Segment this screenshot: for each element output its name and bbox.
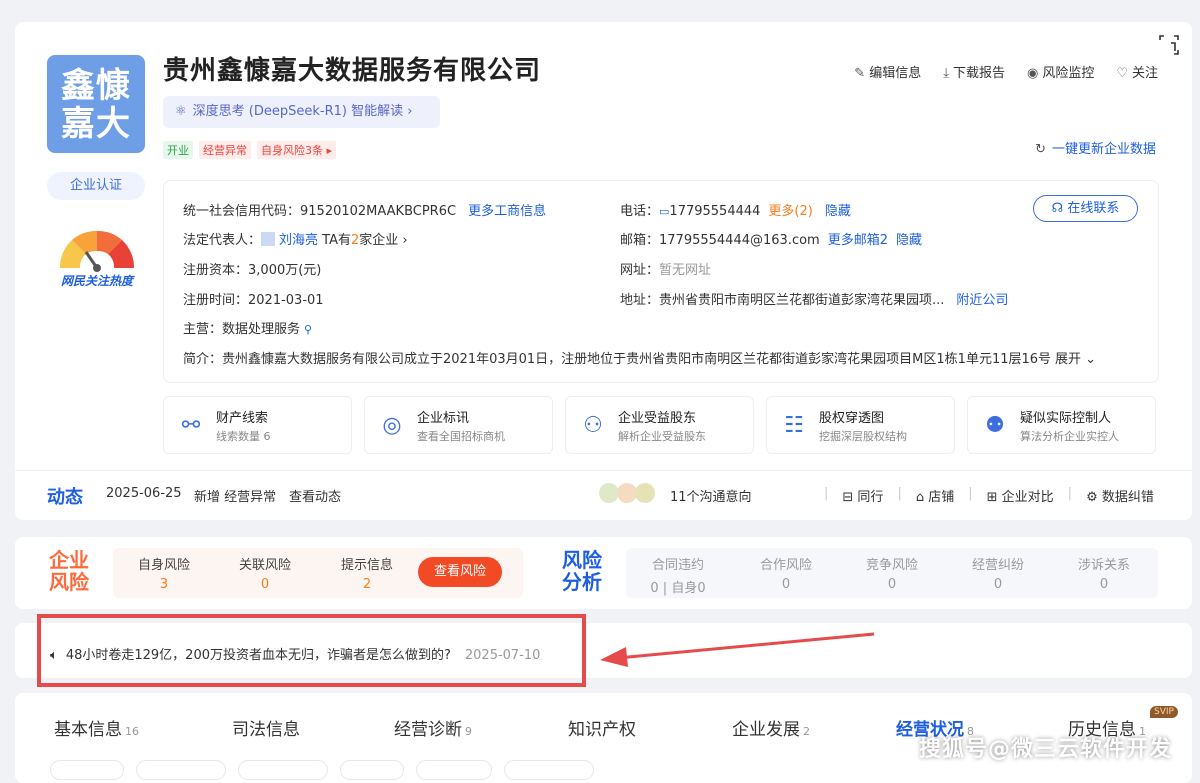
hide-phone-link[interactable]: 隐藏 [825, 204, 851, 219]
heart-icon: ♡ [1116, 66, 1128, 81]
enterprise-auth-button[interactable]: 企业认证 [47, 172, 145, 200]
org-chart-icon: ☷ [784, 413, 804, 438]
eye-icon: ◉ [1026, 66, 1039, 81]
analysis-litigation[interactable]: 涉诉关系 0 [1066, 554, 1142, 592]
property-clue-icon: ⚯ [181, 413, 201, 438]
legal-rep-row: 法定代表人： 刘海亮 TA有2家企业 › [183, 232, 408, 248]
risk-analysis-label: 风险 分析 [562, 548, 602, 594]
analysis-dispute[interactable]: 经营纠纷 0 [960, 554, 1036, 592]
refresh-data-button[interactable]: ↻ 一键更新企业数据 [1035, 138, 1156, 157]
tool-beneficiary[interactable]: ⚇ 企业受益股东 解析企业受益股东 [565, 396, 754, 454]
analysis-competition[interactable]: 竞争风险 0 [854, 554, 930, 592]
more-email-link[interactable]: 更多邮箱2 [828, 233, 888, 248]
more-phone-link[interactable]: 更多(2) [768, 204, 812, 219]
related-risk-item[interactable]: 关联风险 0 [232, 554, 298, 592]
status-tags: 开业 经营异常 自身风险3条 ▸ [163, 141, 337, 159]
credit-code-row: 统一社会信用代码：91520102MAAKBCPR6C 更多工商信息 [183, 204, 547, 219]
phone-icon: ▭ [659, 205, 670, 218]
heat-gauge-icon [52, 222, 142, 272]
download-icon: ⤓ [943, 66, 949, 81]
peer-link[interactable]: ⊟ 同行 [842, 486, 883, 505]
analysis-contract[interactable]: 合同违约 0 | 自身0 [640, 554, 716, 596]
intro-text: 贵州鑫慷嘉大数据服务有限公司成立于2021年03月01日，注册地位于贵州省贵阳市… [222, 352, 1052, 367]
website-row: 网址：暂无网址 [620, 263, 712, 278]
shop-icon: ⌂ [915, 490, 929, 505]
follow-button[interactable]: ♡ 关注 [1116, 62, 1158, 81]
correction-icon: ⚙ [1086, 490, 1102, 505]
phone-row: 电话：▭17795554444 更多(2) 隐藏 [620, 204, 851, 219]
tool-controller[interactable]: ⚉ 疑似实际控制人 算法分析企业实控人 [967, 396, 1156, 454]
self-risk-item[interactable]: 自身风险 3 [131, 554, 197, 592]
heat-label: 网民关注热度 [60, 274, 133, 288]
shop-link[interactable]: ⌂ 店铺 [916, 486, 954, 505]
tool-property-clues[interactable]: ⚯ 财产线索 线索数量 6 [163, 396, 352, 454]
status-badge-risk[interactable]: 自身风险3条 ▸ [257, 141, 337, 159]
edit-info-button[interactable]: ✎ 编辑信息 [854, 62, 921, 81]
enterprise-risk-label: 企业 风险 [49, 548, 89, 594]
view-risk-button[interactable]: 查看风险 [418, 557, 502, 587]
hint-info-item[interactable]: 提示信息 2 [334, 554, 400, 592]
dynamic-text: 新增 经营异常 [194, 490, 277, 505]
target-icon: ◎ [382, 413, 402, 438]
ai-analysis-button[interactable]: ⚛ 深度思考 (DeepSeek-R1) 智能解读 › [163, 96, 440, 128]
tab-judicial[interactable]: 司法信息 [232, 715, 392, 740]
status-badge-abnormal[interactable]: 经营异常 [199, 141, 251, 159]
compare-link[interactable]: ⊞ 企业对比 [987, 486, 1054, 505]
compare-icon: ⊞ [986, 490, 1002, 505]
refresh-icon: ↻ [1035, 142, 1046, 157]
feature-tools: ⚯ 财产线索 线索数量 6 ◎ 企业标讯 查看全国招标商机 ⚇ 企业受益股东 解析企业受益股… [163, 396, 1156, 454]
pencil-icon: ✎ [854, 66, 866, 81]
credit-code: 91520102MAAKBCPR6C [300, 204, 457, 219]
intent-link[interactable]: 11个沟通意向 [670, 486, 752, 505]
view-dynamic-link[interactable]: 查看动态 [289, 486, 341, 505]
legal-rep-companies-link[interactable]: 家企业 › [359, 233, 407, 248]
avatar [261, 232, 276, 246]
sub-tab-row [50, 760, 594, 780]
address-row: 地址：贵州省贵阳市南明区兰花都街道彭家湾花果园项... 附近公司 [620, 293, 1009, 308]
watermark: 搜狐号@微三云软件开发 [918, 737, 1172, 762]
analysis-cooperation[interactable]: 合作风险 0 [748, 554, 824, 592]
expand-intro-button[interactable]: 展开 ⌄ [1055, 352, 1096, 367]
search-icon[interactable]: ⚲ [304, 323, 312, 336]
header-actions: ✎ 编辑信息 ⤓ 下载报告 ◉ 风险监控 ♡ 关注 [854, 62, 1158, 81]
tool-bidding[interactable]: ◎ 企业标讯 查看全国招标商机 [364, 396, 553, 454]
intent-avatars [598, 482, 662, 504]
reg-date-row: 注册时间：2021-03-01 [183, 293, 324, 308]
highlight-box [37, 614, 586, 687]
email-row: 邮箱：17795554444@163.com 更多邮箱2 隐藏 [620, 233, 923, 248]
tool-equity-chart[interactable]: ☷ 股权穿透图 挖掘深层股权结构 [766, 396, 955, 454]
online-contact-button[interactable]: ☊ 在线联系 [1033, 195, 1138, 222]
intro-row: 简介：贵州鑫慷嘉大数据服务有限公司成立于2021年03月01日，注册地位于贵州省… [183, 348, 1143, 367]
company-name: 贵州鑫慷嘉大数据服务有限公司 [163, 56, 542, 86]
tab-diagnosis[interactable]: 经营诊断 9 [394, 715, 560, 740]
corner-expand-icon[interactable] [1158, 34, 1180, 56]
correction-link[interactable]: ⚙ 数据纠错 [1086, 486, 1154, 505]
more-business-info-link[interactable]: 更多工商信息 [468, 204, 546, 219]
business-row: 主营：数据处理服务 ⚲ [183, 322, 313, 337]
tab-basic-info[interactable]: 基本信息 16 [54, 715, 220, 740]
tab-ip[interactable]: 知识产权 [568, 715, 732, 740]
download-report-button[interactable]: ⤓ 下载报告 [943, 62, 1005, 81]
svip-badge: SVIP [1150, 706, 1178, 718]
status-badge-open: 开业 [163, 141, 193, 159]
dynamic-links: | ⊟ 同行 | ⌂ 店铺 | ⊞ 企业对比 | ⚙ 数据纠错 [824, 486, 1154, 505]
dynamic-date: 2025-06-25 [106, 486, 182, 501]
headset-icon: ☊ [1051, 201, 1068, 216]
legal-rep-name[interactable]: 刘海亮 [279, 233, 318, 248]
briefcase-icon: ⊟ [842, 490, 858, 505]
user-shield-icon: ⚉ [985, 413, 1005, 438]
nearby-companies-link[interactable]: 附近公司 [956, 293, 1008, 308]
capital-row: 注册资本：3,000万(元) [183, 263, 322, 278]
company-logo: 鑫慷嘉大 [47, 55, 145, 153]
hide-email-link[interactable]: 隐藏 [896, 233, 922, 248]
user-money-icon: ⚇ [583, 413, 603, 438]
dynamic-label: 动态 [47, 487, 83, 508]
annotation-arrow [596, 630, 880, 670]
ai-sparkle-icon: ⚛ [175, 104, 187, 119]
risk-monitor-button[interactable]: ◉ 风险监控 [1027, 62, 1094, 81]
tab-development[interactable]: 企业发展 2 [732, 715, 896, 740]
